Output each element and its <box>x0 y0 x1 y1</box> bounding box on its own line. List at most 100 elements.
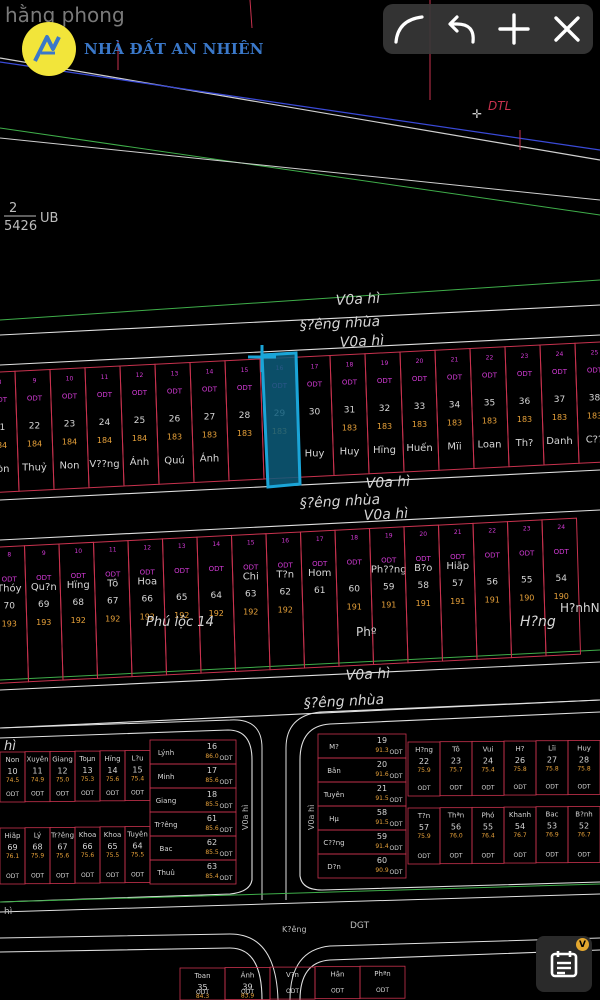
small-lot[interactable]: Khoa 6575.5 ODT <box>99 826 126 884</box>
small-lot[interactable]: Huy 2875.8 ODT <box>567 740 600 795</box>
lot-row-b[interactable]: 8 ODT 70 193 Thóy <box>0 545 30 684</box>
lot-row-b[interactable]: 22 ODT 56 191 <box>472 521 513 660</box>
lot-id: 58 <box>418 581 430 591</box>
lot-row-b[interactable]: 11 ODT 67 192 Tô <box>92 540 133 679</box>
lot-row-a[interactable]: 9 ODT 22 184 Thuỷ <box>14 368 55 492</box>
land-type: ODT <box>105 570 121 578</box>
lot-row-b[interactable]: 10 ODT 68 192 Hïng <box>58 541 99 681</box>
lot-id: 53 <box>547 822 557 831</box>
small-lot[interactable]: Xuyên 1174.9 ODT <box>24 751 51 803</box>
small-lot[interactable]: Tuyên 6475.5 ODT <box>124 826 151 883</box>
lot-row-a[interactable]: 12 ODT 25 184 Ánh <box>119 363 160 487</box>
lot-area: 75.7 <box>449 767 463 774</box>
small-lot[interactable]: H? 2675.8 ODT <box>503 740 537 796</box>
small-lot[interactable]: M? 19 91.3 ODT <box>317 733 407 759</box>
small-lot[interactable]: Lý 6875.9 ODT <box>24 827 51 885</box>
small-lot[interactable]: D?n 60 90.9 ODT <box>317 853 407 879</box>
lot-row-b[interactable]: 16 ODT 62 192 T?n <box>265 531 306 671</box>
small-lot[interactable]: Non 1074.5 ODT <box>0 751 26 803</box>
map-viewport[interactable]: 8 ODT 21 184 Hòn 9 ODT 22 184 Thuỷ 10 ODT 23 184 Non 11… <box>0 0 600 1000</box>
small-lot[interactable]: Hïng 1475.6 ODT <box>99 750 126 802</box>
owner-label: H?ng <box>520 614 556 630</box>
lot-row-b[interactable]: 20 ODT 58 191 B?o <box>403 524 444 664</box>
lot-row-a[interactable]: 25 ODT 38 183 C?? <box>574 341 600 464</box>
lot-row-b[interactable]: 21 ODT 57 191 Hiãp <box>437 522 478 662</box>
lot-row-a[interactable]: 20 ODT 33 183 Huến <box>399 349 440 473</box>
lot-row-a[interactable]: 13 ODT 26 183 Quú <box>154 361 195 485</box>
lot-row-a[interactable]: 17 ODT 30 Huy <box>294 354 335 478</box>
small-lot[interactable]: Toµn 1375.3 ODT <box>74 750 101 802</box>
small-lot[interactable]: Hân ODT <box>314 966 361 1000</box>
owner-name: D?n <box>327 863 341 871</box>
lot-row-b[interactable]: 15 ODT 63 192 Chi <box>230 533 271 672</box>
small-lot[interactable]: Vui 2475.4 ODT <box>471 740 505 796</box>
small-lot[interactable]: Thuû 63 85.4 ODT <box>149 859 237 885</box>
lot-row-a[interactable]: 21 ODT 34 183 Mïi <box>434 347 475 471</box>
small-lot[interactable]: Toan3584.3ODT <box>179 967 226 1000</box>
cadastral-map[interactable]: 8 ODT 21 184 Hòn 9 ODT 22 184 Thuỷ 10 ODT 23 184 Non 11… <box>0 0 600 1000</box>
lot-row-a[interactable]: 18 ODT 31 183 Huy <box>329 353 370 477</box>
lot-row-a[interactable]: 8 ODT 21 184 Hòn <box>0 370 20 493</box>
small-lot[interactable]: Tuyên 21 91.5 ODT <box>317 781 407 807</box>
small-lot[interactable]: Khoa 6675.6 ODT <box>74 826 101 884</box>
small-lot[interactable]: Khanh 5476.7 ODT <box>503 806 537 864</box>
lot-id: 12 <box>57 766 67 775</box>
small-lot[interactable]: Lïi 2775.8 ODT <box>535 740 569 796</box>
lot-row-a[interactable]: 22 ODT 35 183 Loan <box>469 346 510 470</box>
land-type: ODT <box>552 368 568 376</box>
lot-number: 18 <box>346 362 354 369</box>
small-lot[interactable]: Tr?êng 6775.6 ODT <box>49 827 76 884</box>
lot-row-b[interactable]: 23 ODT 55 190 <box>506 519 547 659</box>
owner-name: Hiãp <box>5 832 21 840</box>
small-lot[interactable]: Tô 2375.7 ODT <box>439 741 473 797</box>
lot-row-a[interactable]: 10 ODT 23 184 Non <box>49 367 90 491</box>
small-lot[interactable]: Phªn ODT <box>359 965 406 999</box>
land-type: ODT <box>2 576 18 584</box>
small-lot[interactable]: Bân 20 91.6 ODT <box>317 757 407 783</box>
lot-row-b[interactable]: 24 ODT 54 190 <box>541 517 582 657</box>
owner-name: Tr?êng <box>50 831 74 839</box>
small-lot[interactable]: H?ng 2275.9 ODT <box>407 741 441 797</box>
lot-row-b[interactable]: 19 ODT 59 191 Ph??ng <box>368 526 409 666</box>
owner-name: B?o <box>414 563 432 574</box>
small-lot[interactable]: Bac 62 85.5 ODT <box>149 835 237 861</box>
small-lot[interactable]: B?nh 5276.7 ODT <box>567 806 600 863</box>
small-lot[interactable]: Tr?êng 61 85.6 ODT <box>149 811 237 837</box>
lot-row-b[interactable]: 17 ODT 61 Hom <box>299 529 340 669</box>
lot-row-a[interactable]: 24 ODT 37 183 Danh <box>539 342 580 466</box>
selected-lot[interactable] <box>248 345 302 489</box>
lot-row-b[interactable]: 12ODT66192Hoa <box>127 538 168 678</box>
lot-row-b[interactable]: 14ODT64192 <box>196 534 237 674</box>
small-lot[interactable]: Bac 5376.9 ODT <box>535 806 569 864</box>
small-lot[interactable]: T?n 5775.9 ODT <box>407 807 441 865</box>
lot-row-a[interactable]: 11 ODT 24 184 V??ng <box>84 365 125 489</box>
small-lot[interactable]: C??ng 59 91.4 ODT <box>317 829 407 855</box>
undo-button[interactable] <box>440 7 484 51</box>
calendar-button[interactable]: V <box>536 936 592 992</box>
lot-area: 90.9 <box>375 867 389 874</box>
close-button[interactable] <box>545 7 589 51</box>
selected-lot-highlight[interactable] <box>260 351 302 489</box>
lot-row-a[interactable]: 14 ODT 27 183 Ánh <box>189 360 230 484</box>
small-lot[interactable]: Phó 5576.4 ODT <box>471 806 505 864</box>
small-lot[interactable]: Thªn 5676.0 ODT <box>439 807 473 865</box>
add-point-button[interactable] <box>492 7 536 51</box>
small-lot[interactable]: Hµ 58 91.5 ODT <box>317 805 407 831</box>
small-lot[interactable]: L?u 1575.4 ODT <box>124 750 151 801</box>
owner-name: Bân <box>327 767 341 775</box>
small-lot[interactable]: Giang 18 85.5 ODT <box>149 787 237 813</box>
lot-row-b[interactable]: 18 ODT 60 191 <box>334 528 375 667</box>
small-lot[interactable]: Hiãp 6976.1 ODT <box>0 827 26 885</box>
arc-button[interactable] <box>387 7 431 51</box>
lot-row-a[interactable]: 23 ODT 36 183 Th? <box>504 344 545 468</box>
lot-area: 74.9 <box>31 777 45 784</box>
lot-row-a[interactable]: 19 ODT 32 183 Hïng <box>364 351 405 475</box>
small-lot[interactable]: Giang 1275.0 ODT <box>49 751 76 802</box>
small-lot[interactable]: Minh 17 85.6 ODT <box>149 763 237 789</box>
lot-row-b[interactable]: 13ODT65192 <box>161 536 202 676</box>
land-type: ODT <box>27 394 43 402</box>
lot-row-b[interactable]: 9 ODT 69 193 Qu?n <box>23 543 64 683</box>
small-lot[interactable]: Lýnh 16 86.0 ODT <box>149 739 237 765</box>
small-lot[interactable]: Ánh3983.9ODT <box>224 967 271 1000</box>
lot-row-a[interactable]: 15 ODT 28 183 <box>224 358 265 482</box>
